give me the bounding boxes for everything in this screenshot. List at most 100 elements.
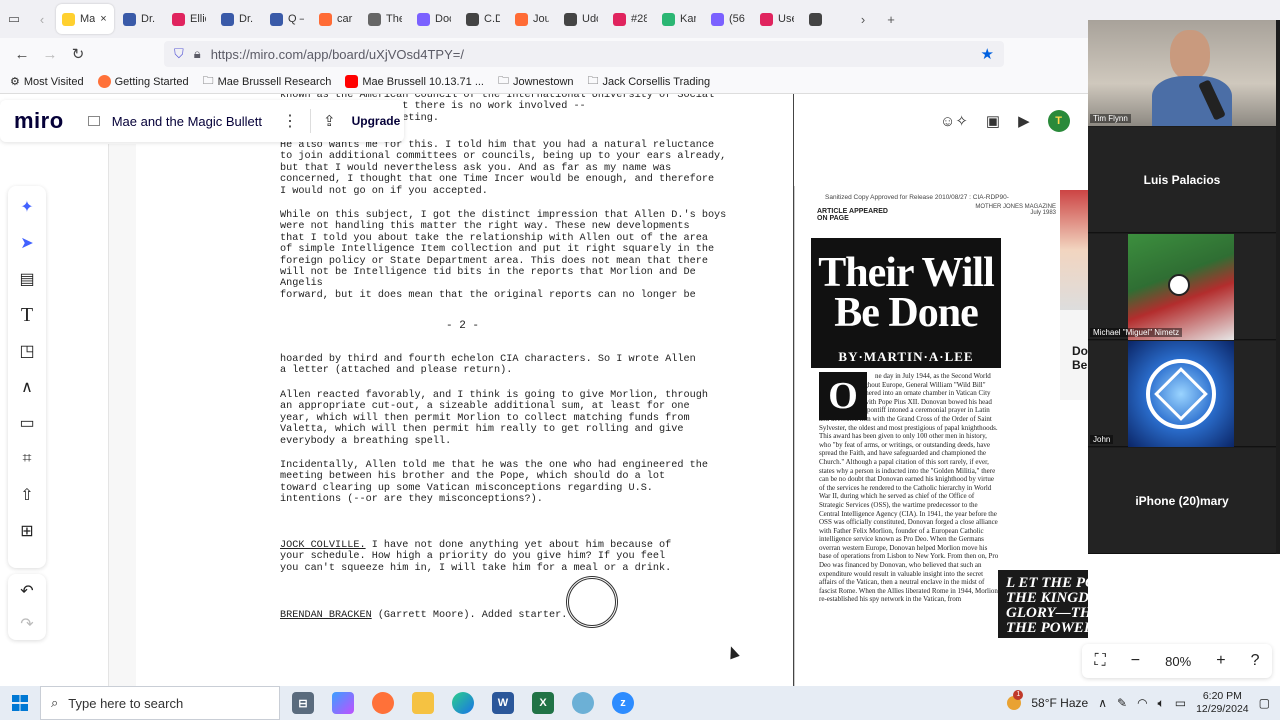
zoom-in-icon[interactable]: + — [1216, 652, 1225, 670]
ai-sparkle-icon[interactable]: ✦ — [12, 192, 42, 222]
select-cursor-icon[interactable]: ➤ — [12, 228, 42, 258]
fit-to-screen-icon[interactable]: ⛶ — [1095, 652, 1106, 670]
templates-icon[interactable]: ▤ — [12, 264, 42, 294]
zoom-level[interactable]: 80% — [1165, 654, 1191, 669]
add-more-icon[interactable]: ⊞ — [12, 516, 42, 546]
browser-tab[interactable] — [803, 4, 849, 34]
video-call-icon[interactable]: ▶ — [1018, 112, 1030, 130]
firefox-icon[interactable] — [372, 692, 394, 714]
reactions-icon[interactable]: ☺✧ — [940, 112, 968, 130]
taskbar-search[interactable]: ⌕ Type here to search — [40, 686, 280, 720]
tabs-scroll-right-icon[interactable]: › — [849, 5, 877, 33]
browser-tab[interactable]: carl b — [313, 4, 359, 34]
new-tab-icon[interactable]: + — [877, 5, 905, 33]
taskbar-apps: ⊟ W X z — [292, 692, 634, 714]
participant-name: Michael "Miguel" Nimetz — [1090, 328, 1183, 337]
undo-redo-panel: ↶ ↷ — [8, 574, 46, 640]
browser-tab[interactable]: Used — [754, 4, 800, 34]
browser-tab[interactable]: #288 — [607, 4, 653, 34]
tab-favicon-icon — [466, 12, 479, 26]
board-menu-icon[interactable]: ⋮ — [282, 111, 298, 131]
comment-icon[interactable]: ▭ — [12, 408, 42, 438]
pen-tray-icon[interactable]: ✎ — [1117, 696, 1127, 710]
reload-icon[interactable]: ↻ — [64, 40, 92, 68]
notifications-icon[interactable]: ▢ — [1259, 696, 1270, 710]
forward-icon[interactable]: → — [36, 40, 64, 68]
browser-tab[interactable]: The C — [362, 4, 408, 34]
battery-icon[interactable]: ▭ — [1175, 696, 1186, 710]
browser-tab[interactable]: C.D. J — [460, 4, 506, 34]
bookmark-mae-brussell-research[interactable]: 🗀 Mae Brussell Research — [203, 72, 332, 91]
bookmark-most-visited[interactable]: ⚙ Most Visited — [10, 75, 84, 89]
system-tray: 58°F Haze ∧ ✎ ◠ 🔈︎ ▭ 6:20 PM 12/29/2024 … — [1007, 690, 1280, 716]
clock[interactable]: 6:20 PM 12/29/2024 — [1196, 690, 1249, 716]
user-avatar[interactable]: T — [1047, 110, 1070, 132]
task-view-icon[interactable]: ⊟ — [292, 692, 314, 714]
weather-icon[interactable] — [1007, 690, 1024, 710]
frame-icon[interactable]: ⌗ — [12, 444, 42, 474]
text-tool-icon[interactable]: T — [12, 300, 42, 330]
file-explorer-icon[interactable] — [412, 692, 434, 714]
participant-tile[interactable]: iPhone (20)mary — [1088, 448, 1276, 554]
pen-icon[interactable]: ∧ — [12, 372, 42, 402]
tray-expand-icon[interactable]: ∧ — [1098, 696, 1107, 710]
help-icon[interactable]: ? — [1251, 652, 1260, 670]
browser-tab[interactable]: (56) I — [705, 4, 751, 34]
browser-tab[interactable]: Docu — [411, 4, 457, 34]
participant-name: iPhone (20)mary — [1135, 494, 1229, 508]
word-icon[interactable]: W — [492, 692, 514, 714]
copilot-icon[interactable] — [332, 692, 354, 714]
redo-icon[interactable]: ↷ — [12, 611, 42, 637]
upload-icon[interactable]: ⇧ — [12, 480, 42, 510]
tab-list: Ma × Dr. U Elliot Dr. U Q – K carl b The C Docu C… — [56, 4, 849, 34]
browser-tab[interactable]: Ma × — [56, 4, 114, 34]
bookmark-jownestown[interactable]: 🗀 Jownestown — [498, 72, 574, 91]
memo-document-image[interactable]: known as the American Council of the Int… — [250, 94, 794, 686]
network-app-icon[interactable] — [572, 692, 594, 714]
browser-tab[interactable]: Udo U — [558, 4, 604, 34]
presentation-icon[interactable]: ▣ — [986, 112, 1000, 130]
shapes-icon[interactable]: ◳ — [12, 336, 42, 366]
participant-tile[interactable]: Luis Palacios — [1088, 127, 1276, 233]
edge-icon[interactable] — [452, 692, 474, 714]
close-tab-icon[interactable]: × — [100, 13, 106, 25]
participant-tile[interactable]: Michael "Miguel" Nimetz — [1088, 234, 1276, 340]
back-icon[interactable]: ← — [8, 40, 36, 68]
browser-tab[interactable]: Q – K — [264, 4, 310, 34]
tab-overview-icon[interactable]: ▭ — [0, 5, 28, 33]
excel-icon[interactable]: X — [532, 692, 554, 714]
lock-icon[interactable]: 🔒︎ — [194, 46, 201, 62]
bookmark-mae-brussell-video[interactable]: Mae Brussell 10.13.71 ... — [345, 75, 484, 88]
tabs-scroll-left-icon[interactable]: ‹ — [28, 5, 56, 33]
volume-icon[interactable]: 🔈︎ — [1158, 696, 1165, 711]
miro-logo[interactable]: miro — [14, 108, 64, 134]
browser-tab[interactable]: Dr. U — [215, 4, 261, 34]
offscreen-card[interactable]: Do Be — [1060, 190, 1088, 400]
bookmark-getting-started[interactable]: Getting Started — [97, 75, 189, 88]
bookmarks-bar: ⚙ Most Visited Getting Started 🗀 Mae Bruss… — [0, 70, 1088, 94]
zoom-icon[interactable]: z — [612, 692, 634, 714]
miro-board-canvas[interactable]: known as the American Council of the Int… — [0, 94, 1088, 686]
participant-tile[interactable]: Tim Flynn — [1088, 20, 1276, 126]
browser-tab[interactable]: Dr. U — [117, 4, 163, 34]
tab-label: carl b — [337, 13, 353, 25]
url-bar[interactable]: ⛉ 🔒︎ https://miro.com/app/board/uXjVOsd4… — [164, 41, 1004, 67]
upgrade-button[interactable]: Upgrade — [352, 114, 401, 128]
bookmark-star-icon[interactable]: ★ — [981, 45, 994, 63]
browser-tab[interactable]: Karin — [656, 4, 702, 34]
tab-favicon-icon — [711, 12, 724, 26]
browser-tab[interactable]: Elliot — [166, 4, 212, 34]
undo-icon[interactable]: ↶ — [12, 578, 42, 604]
url-text[interactable]: https://miro.com/app/board/uXjVOsd4TPY=/ — [211, 47, 464, 62]
pope-headline-image[interactable]: L ET THE POPE KEEP THE KINGDOM & THE GLO… — [998, 570, 1088, 638]
participant-tile[interactable]: John — [1088, 341, 1276, 447]
weather-text[interactable]: 58°F Haze — [1031, 696, 1088, 710]
zoom-out-icon[interactable]: − — [1131, 652, 1140, 670]
board-name[interactable]: Mae and the Magic Bullett — [112, 114, 262, 129]
wifi-icon[interactable]: ◠ — [1137, 696, 1147, 710]
start-button[interactable] — [0, 686, 40, 720]
tracking-shield-icon[interactable]: ⛉ — [174, 46, 184, 62]
browser-tab[interactable]: Journ — [509, 4, 555, 34]
export-icon[interactable]: ⇪ — [323, 112, 336, 130]
bookmark-jack-corsellis[interactable]: 🗀 Jack Corsellis Trading — [588, 72, 711, 91]
